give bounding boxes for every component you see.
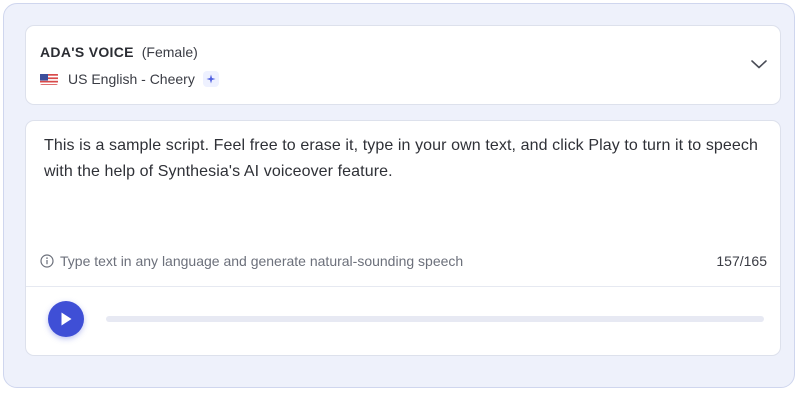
voice-language: US English - Cheery bbox=[68, 71, 195, 87]
divider bbox=[26, 286, 780, 287]
play-icon bbox=[61, 312, 72, 326]
character-count: 157/165 bbox=[716, 253, 767, 269]
hint-text: Type text in any language and generate n… bbox=[60, 253, 464, 269]
audio-progress-bar[interactable] bbox=[106, 316, 764, 322]
script-hint: Type text in any language and generate n… bbox=[40, 253, 463, 269]
voice-language-row: US English - Cheery bbox=[40, 71, 219, 87]
voiceover-widget: ADA'S VOICE (Female) US English - Cheery bbox=[3, 3, 795, 388]
us-flag-icon bbox=[40, 73, 58, 85]
voice-gender: (Female) bbox=[141, 44, 198, 60]
sparkle-icon bbox=[202, 71, 219, 87]
play-button[interactable] bbox=[48, 301, 84, 337]
info-icon bbox=[40, 254, 54, 268]
voice-selector[interactable]: ADA'S VOICE (Female) US English - Cheery bbox=[25, 25, 781, 105]
script-textarea[interactable]: This is a sample script. Feel free to er… bbox=[44, 133, 768, 185]
voice-name: ADA'S VOICE bbox=[40, 44, 134, 60]
script-editor: This is a sample script. Feel free to er… bbox=[25, 120, 781, 356]
chevron-down-icon[interactable] bbox=[750, 58, 768, 70]
voice-name-row: ADA'S VOICE (Female) bbox=[40, 44, 198, 60]
